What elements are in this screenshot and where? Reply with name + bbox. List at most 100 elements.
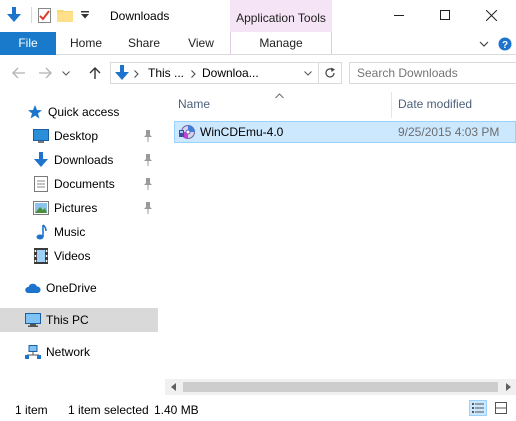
- nav-item-label: Videos: [54, 249, 91, 263]
- minimize-button[interactable]: [376, 0, 422, 30]
- forward-arrow-icon: [39, 67, 52, 79]
- up-arrow-icon: [89, 67, 101, 79]
- contextual-tab-group: Application Tools: [230, 0, 332, 32]
- nav-item-label: OneDrive: [46, 281, 97, 295]
- properties-icon[interactable]: [37, 7, 53, 23]
- minimize-icon: [394, 15, 404, 16]
- tab-home[interactable]: Home: [62, 32, 110, 55]
- nav-item-label: Desktop: [54, 129, 99, 143]
- documents-icon: [33, 176, 49, 192]
- file-name: WinCDEmu-4.0: [200, 125, 284, 139]
- chevron-right-icon[interactable]: [191, 70, 196, 78]
- quick-access-toolbar: [6, 7, 97, 23]
- nav-item-videos[interactable]: Videos: [0, 244, 158, 268]
- network-icon: [25, 344, 41, 360]
- nav-item-label: Documents: [54, 177, 115, 191]
- nav-item-music[interactable]: Music: [0, 220, 158, 244]
- scroll-right-icon: [505, 383, 511, 391]
- ribbon-tabs: File Home Share View Manage ?: [0, 32, 516, 55]
- item-count: 1 item: [15, 403, 48, 417]
- up-button[interactable]: [86, 64, 104, 82]
- selection-size: 1.40 MB: [154, 403, 199, 417]
- download-icon: [33, 152, 49, 168]
- tab-view[interactable]: View: [177, 32, 225, 55]
- nav-item-label: Network: [46, 345, 91, 359]
- nav-item-label: Music: [54, 225, 86, 239]
- nav-item-label: Quick access: [48, 105, 120, 119]
- details-view-button[interactable]: [469, 400, 487, 416]
- tab-share[interactable]: Share: [120, 32, 168, 55]
- nav-item-network[interactable]: Network: [0, 340, 158, 364]
- nav-item-documents[interactable]: Documents: [0, 172, 158, 196]
- help-icon: ?: [498, 37, 512, 51]
- horizontal-scrollbar[interactable]: [165, 379, 516, 395]
- scroll-left-icon: [170, 383, 176, 391]
- down-arrow-icon[interactable]: [6, 7, 22, 23]
- customize-icon[interactable]: [77, 7, 93, 23]
- column-header-name[interactable]: Name: [178, 90, 388, 118]
- nav-item-this-pc[interactable]: This PC: [0, 308, 158, 332]
- nav-item-label: Pictures: [54, 201, 98, 215]
- recent-locations-button[interactable]: [60, 64, 72, 82]
- large-icons-view-icon: [495, 402, 507, 414]
- download-icon: [115, 65, 129, 80]
- new-folder-icon[interactable]: [57, 7, 73, 23]
- breadcrumb-this-pc[interactable]: This ...: [148, 66, 184, 80]
- forward-button[interactable]: [36, 64, 54, 82]
- svg-text:?: ?: [502, 40, 508, 51]
- chevron-down-icon: [62, 70, 70, 76]
- details-view-icon: [472, 403, 484, 413]
- pin-icon[interactable]: [142, 129, 154, 143]
- status-bar: 1 item 1 item selected 1.40 MB: [0, 395, 516, 421]
- file-date-modified: 9/25/2015 4:03 PM: [398, 125, 500, 139]
- address-bar[interactable]: This ... Downloa...: [110, 62, 342, 84]
- close-button[interactable]: [468, 0, 514, 30]
- table-row[interactable]: WinCDEmu-4.0 9/25/2015 4:03 PM: [174, 121, 516, 143]
- navigation-pane: Quick access Desktop Downloads Documents…: [0, 90, 158, 395]
- pin-icon[interactable]: [142, 201, 154, 215]
- column-header-date-modified[interactable]: Date modified: [398, 90, 516, 118]
- scrollbar-thumb[interactable]: [183, 382, 498, 392]
- nav-item-quick-access[interactable]: Quick access: [0, 100, 158, 124]
- help-button[interactable]: ?: [497, 36, 513, 52]
- maximize-button[interactable]: [422, 0, 468, 30]
- refresh-button[interactable]: [318, 63, 341, 83]
- nav-item-desktop[interactable]: Desktop: [0, 124, 158, 148]
- videos-icon: [33, 248, 49, 264]
- address-dropdown-button[interactable]: [298, 63, 318, 83]
- nav-item-onedrive[interactable]: OneDrive: [0, 276, 158, 300]
- star-icon: [27, 104, 43, 120]
- nav-item-pictures[interactable]: Pictures: [0, 196, 158, 220]
- window-title: Downloads: [110, 9, 170, 23]
- search-input[interactable]: [357, 64, 516, 82]
- chevron-right-icon[interactable]: [134, 70, 139, 78]
- maximize-icon: [440, 10, 450, 20]
- desktop-icon: [33, 128, 49, 144]
- tab-file[interactable]: File: [0, 32, 56, 55]
- title-bar: Downloads Application Tools: [0, 0, 516, 32]
- scroll-left-button[interactable]: [165, 379, 181, 395]
- tab-manage[interactable]: Manage: [230, 32, 332, 55]
- pin-icon[interactable]: [142, 177, 154, 191]
- chevron-down-icon: [479, 41, 489, 47]
- chevron-down-icon: [304, 70, 312, 76]
- large-icons-view-button[interactable]: [492, 400, 510, 416]
- cloud-icon: [25, 280, 41, 296]
- qat-separator: [31, 7, 32, 23]
- search-box[interactable]: [349, 62, 516, 84]
- expand-ribbon-button[interactable]: [476, 36, 492, 52]
- nav-item-downloads[interactable]: Downloads: [0, 148, 158, 172]
- music-icon: [33, 224, 49, 240]
- selection-count: 1 item selected: [68, 403, 149, 417]
- nav-item-label: Downloads: [54, 153, 114, 167]
- breadcrumb-downloads[interactable]: Downloa...: [202, 66, 259, 80]
- file-list: Name Date modified WinCDEmu-4.0 9/25/201…: [165, 90, 516, 395]
- scroll-right-button[interactable]: [500, 379, 516, 395]
- nav-item-label: This PC: [46, 313, 89, 327]
- column-separator[interactable]: [391, 92, 392, 118]
- refresh-icon: [325, 67, 335, 78]
- close-icon: [485, 9, 497, 21]
- back-button[interactable]: [10, 64, 28, 82]
- pin-icon[interactable]: [142, 153, 154, 167]
- back-arrow-icon: [12, 67, 25, 79]
